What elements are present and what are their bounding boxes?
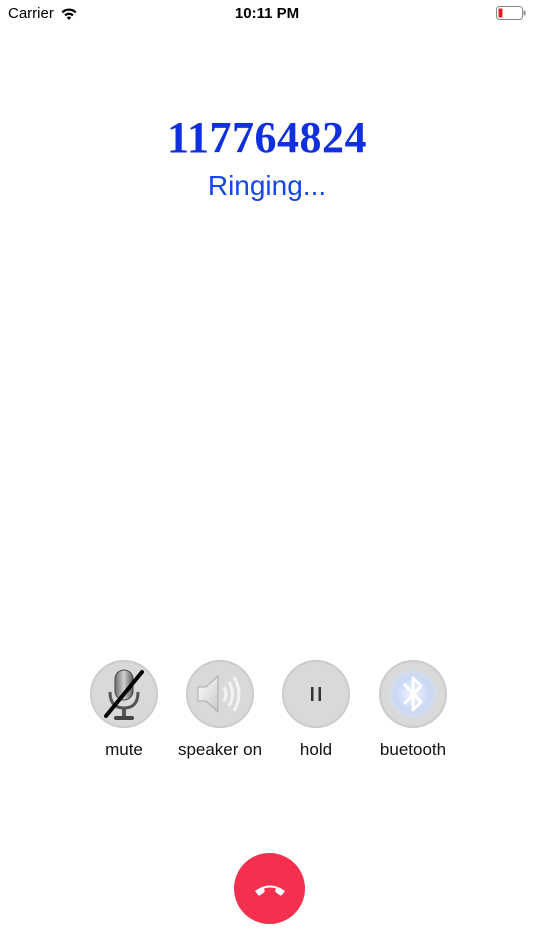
- call-number: 117764824: [166, 113, 368, 162]
- end-call-button[interactable]: [234, 853, 305, 924]
- clock: 10:11 PM: [234, 5, 300, 22]
- status-bar: Carrier 10:11 PM: [0, 0, 534, 28]
- speaker-label: speaker on: [177, 740, 263, 759]
- battery-icon: [496, 6, 526, 20]
- speaker-circle[interactable]: [186, 660, 254, 728]
- mute-circle[interactable]: [90, 660, 158, 728]
- bluetooth-button[interactable]: buetooth: [358, 660, 468, 760]
- bluetooth-circle[interactable]: [379, 660, 447, 728]
- call-status: Ringing...: [207, 170, 327, 201]
- hang-up-phone-icon: [254, 885, 285, 895]
- hold-label: hold: [299, 740, 333, 759]
- bluetooth-icon: [389, 670, 437, 718]
- muted-microphone-icon: [104, 669, 144, 720]
- mute-label: mute: [105, 740, 143, 759]
- pause-icon: [311, 687, 321, 701]
- hold-circle[interactable]: [282, 660, 350, 728]
- mute-button[interactable]: mute: [69, 660, 179, 760]
- call-controls: mute speaker on hold buetooth: [0, 660, 534, 770]
- bluetooth-label: buetooth: [379, 740, 447, 759]
- hold-button[interactable]: hold: [261, 660, 371, 760]
- speaker-button[interactable]: speaker on: [165, 660, 275, 760]
- speaker-icon: [197, 674, 241, 714]
